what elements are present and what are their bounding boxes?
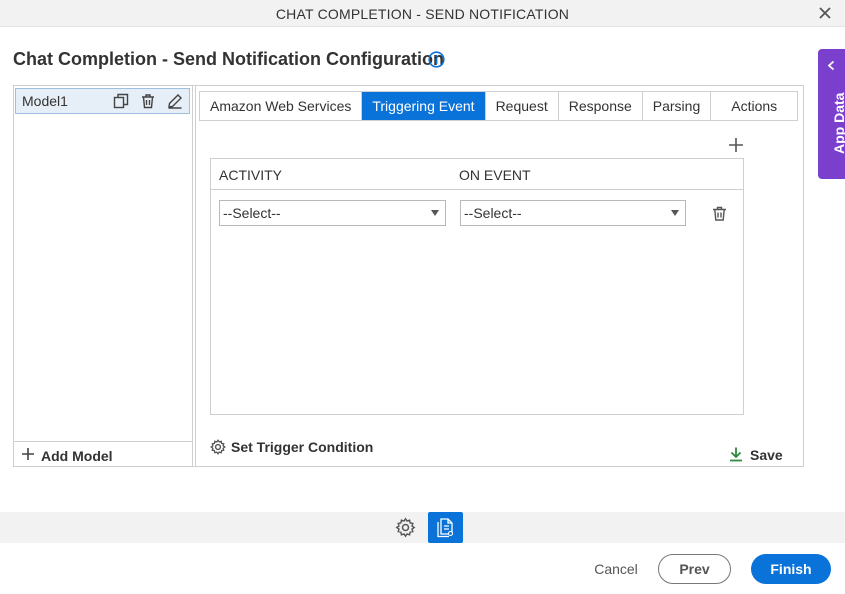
activity-select-value: --Select-- (223, 205, 281, 221)
event-grid (210, 158, 744, 415)
add-row-icon[interactable] (728, 137, 744, 153)
column-on-event: ON EVENT (459, 167, 531, 183)
tab-bar: Amazon Web Services Triggering Event Req… (199, 91, 799, 121)
prev-button[interactable]: Prev (658, 554, 731, 584)
model-name: Model1 (22, 93, 68, 109)
activity-select[interactable]: --Select-- (219, 200, 446, 226)
tab-triggering-event[interactable]: Triggering Event (362, 92, 486, 120)
tab-parsing[interactable]: Parsing (643, 92, 712, 120)
trash-icon[interactable] (140, 93, 156, 109)
document-gear-icon (437, 518, 454, 538)
set-trigger-condition-label: Set Trigger Condition (231, 439, 374, 455)
cancel-button[interactable]: Cancel (589, 558, 643, 580)
tab-actions[interactable]: Actions (711, 92, 797, 120)
edit-icon[interactable] (167, 93, 183, 109)
column-activity: ACTIVITY (219, 167, 283, 183)
tab-request[interactable]: Request (486, 92, 559, 120)
app-data-tab[interactable]: App Data (818, 49, 845, 179)
info-icon[interactable] (428, 51, 445, 68)
app-data-label: App Data (831, 92, 845, 154)
save-button[interactable]: Save (728, 446, 788, 464)
chevron-left-icon (827, 60, 835, 71)
on-event-select-value: --Select-- (464, 205, 522, 221)
close-icon[interactable] (817, 5, 833, 21)
save-label: Save (750, 447, 783, 463)
dropdown-arrow-icon (671, 210, 679, 216)
model-item[interactable]: Model1 (15, 88, 190, 114)
settings-gear-icon[interactable] (395, 517, 416, 538)
tab-amazon-web-services[interactable]: Amazon Web Services (200, 92, 363, 120)
add-model-label: Add Model (41, 448, 113, 464)
grid-header: ACTIVITY ON EVENT (210, 158, 744, 190)
dropdown-arrow-icon (431, 210, 439, 216)
title-bar: CHAT COMPLETION - SEND NOTIFICATION (0, 0, 845, 27)
download-icon (730, 447, 742, 462)
finish-button[interactable]: Finish (751, 554, 831, 584)
on-event-select[interactable]: --Select-- (460, 200, 686, 226)
page-title: Chat Completion - Send Notification Conf… (13, 49, 444, 69)
bottom-toolbar (0, 512, 845, 543)
tab-response[interactable]: Response (559, 92, 643, 120)
gear-icon (210, 439, 226, 455)
model-panel (13, 85, 193, 467)
copy-icon[interactable] (113, 93, 129, 109)
document-settings-button[interactable] (428, 512, 463, 543)
delete-row-icon[interactable] (711, 205, 728, 222)
add-model-button[interactable]: Add Model (14, 441, 192, 466)
plus-icon (22, 448, 34, 460)
window-title: CHAT COMPLETION - SEND NOTIFICATION (275, 6, 570, 22)
